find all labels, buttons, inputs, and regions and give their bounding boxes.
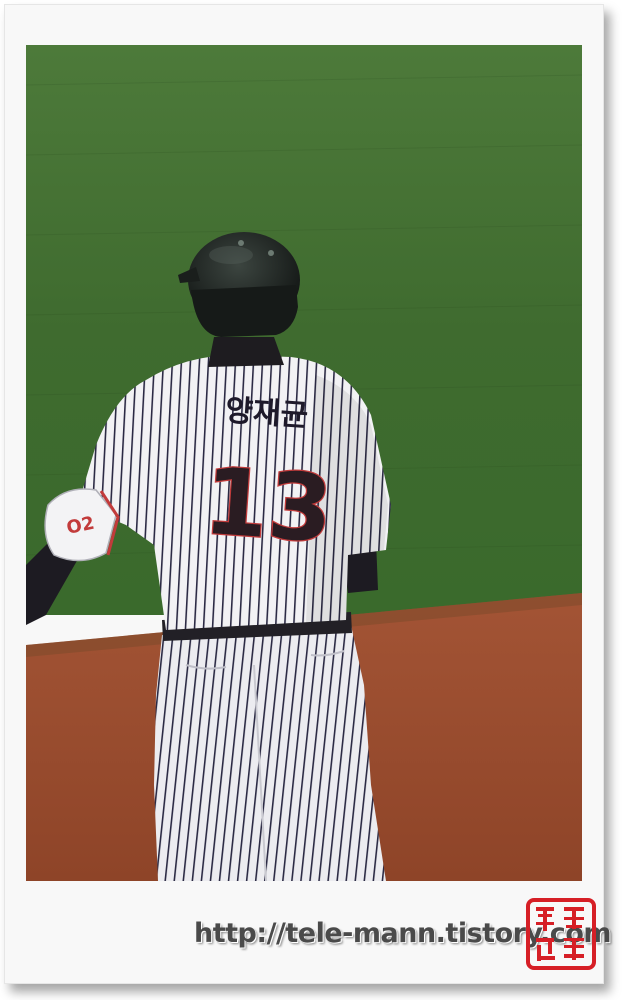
jersey-name: 양재균 [224, 393, 309, 434]
jersey-number: 13 [201, 448, 336, 564]
neck [208, 337, 284, 367]
photo: 양재균 13 O2 [26, 45, 582, 881]
pants [154, 625, 386, 881]
red-seal-stamp [526, 898, 596, 970]
baseball-photo: 양재균 13 O2 [26, 45, 582, 881]
